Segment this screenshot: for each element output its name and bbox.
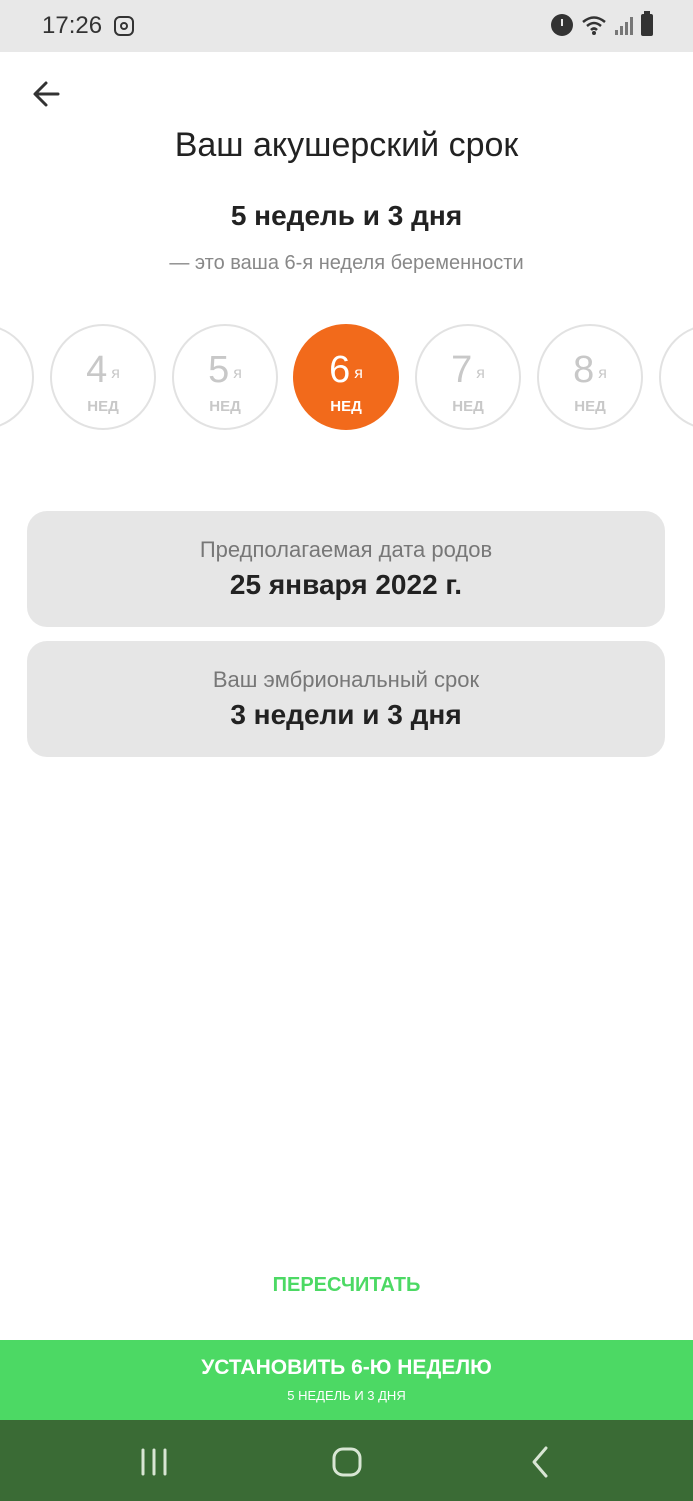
due-date-value: 25 января 2022 г. xyxy=(229,569,463,600)
battery-icon xyxy=(641,11,653,36)
week-unit: НЕД xyxy=(0,398,32,415)
week-suffix: я xyxy=(111,365,120,382)
week-number: 8 xyxy=(573,349,595,391)
set-week-button[interactable]: УСТАНОВИТЬ 6-Ю НЕДЕЛЮ 5 НЕДЕЛЬ И 3 ДНЯ xyxy=(0,1340,693,1420)
week-selector[interactable]: 3я НЕД 4я НЕД 5я НЕД 6я НЕД 7я НЕД 8я НЕ… xyxy=(0,322,693,432)
wifi-icon xyxy=(582,16,606,35)
system-nav-bar xyxy=(0,1420,693,1501)
week-suffix: я xyxy=(598,365,607,382)
home-button[interactable] xyxy=(325,1440,369,1484)
recents-icon xyxy=(141,1448,167,1476)
arrow-left-icon xyxy=(33,81,60,107)
due-date-label: Предполагаемая дата родов xyxy=(199,537,493,562)
week-unit: НЕД xyxy=(87,398,119,415)
week-item-4[interactable]: 4я НЕД xyxy=(50,324,156,430)
week-suffix: я xyxy=(233,365,242,382)
recents-button[interactable] xyxy=(132,1440,176,1484)
week-item-9[interactable]: 9я НЕД xyxy=(659,324,693,430)
week-unit: НЕД xyxy=(452,398,484,415)
week-item-6-selected[interactable]: 6я НЕД xyxy=(293,324,399,430)
signal-icon xyxy=(615,15,633,35)
set-week-label: УСТАНОВИТЬ 6-Ю НЕДЕЛЮ xyxy=(201,1356,492,1379)
week-item-8[interactable]: 8я НЕД xyxy=(537,324,643,430)
page-title: Ваш акушерский срок xyxy=(174,126,519,164)
week-number: 7 xyxy=(451,349,473,391)
embryonic-age-card: Ваш эмбриональный срок 3 недели и 3 дня xyxy=(27,641,665,757)
week-item-7[interactable]: 7я НЕД xyxy=(415,324,521,430)
week-unit: НЕД xyxy=(330,398,362,415)
status-icons xyxy=(551,11,653,36)
instagram-icon xyxy=(114,16,134,36)
week-suffix: я xyxy=(354,365,363,382)
chevron-left-icon xyxy=(532,1446,548,1478)
week-number: 6 xyxy=(329,349,351,391)
embryonic-age-value: 3 недели и 3 дня xyxy=(230,699,462,730)
week-unit: НЕД xyxy=(209,398,241,415)
week-unit: НЕД xyxy=(574,398,606,415)
gestation-subtitle: — это ваша 6-я неделя беременности xyxy=(169,252,524,274)
week-number: 5 xyxy=(208,349,230,391)
embryonic-age-label: Ваш эмбриональный срок xyxy=(212,667,480,692)
week-number: 4 xyxy=(86,349,108,391)
recalculate-button[interactable]: ПЕРЕСЧИТАТЬ xyxy=(0,1274,693,1297)
status-bar: 17:26 xyxy=(0,0,693,52)
week-item-3[interactable]: 3я НЕД xyxy=(0,324,34,430)
back-button[interactable] xyxy=(28,76,68,112)
status-time: 17:26 xyxy=(42,12,103,39)
gestation-value: 5 недель и 3 дня xyxy=(230,200,463,231)
home-icon xyxy=(332,1447,362,1477)
alarm-icon xyxy=(551,14,573,36)
week-suffix: я xyxy=(476,365,485,382)
week-unit: НЕД xyxy=(661,398,693,415)
system-back-button[interactable] xyxy=(518,1440,562,1484)
week-item-5[interactable]: 5я НЕД xyxy=(172,324,278,430)
due-date-card: Предполагаемая дата родов 25 января 2022… xyxy=(27,511,665,627)
set-week-sublabel: 5 НЕДЕЛЬ И 3 ДНЯ xyxy=(287,1388,406,1403)
